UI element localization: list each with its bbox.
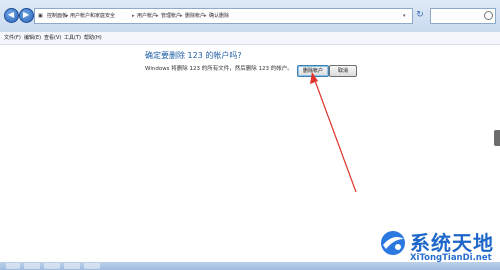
search-icon xyxy=(484,11,493,20)
watermark-title: 系统天地 xyxy=(410,231,494,255)
chevron-right-icon[interactable]: ▸ xyxy=(132,10,135,22)
taskbar xyxy=(0,262,500,270)
address-bar[interactable]: ▣ 控制面板 ▸ 用户帐户和家庭安全 ▸ 用户帐户 ▸ 管理帐户 ▸ 删除帐户 … xyxy=(34,8,413,24)
chevron-right-icon[interactable]: ▸ xyxy=(180,10,183,22)
breadcrumb-item[interactable]: 用户帐户和家庭安全 xyxy=(70,10,115,22)
breadcrumb-item[interactable]: 删除帐户 xyxy=(185,10,205,22)
menu-tools[interactable]: 工具(T) xyxy=(64,33,81,43)
breadcrumb-item[interactable]: 控制面板 xyxy=(47,10,67,22)
taskbar-app[interactable] xyxy=(44,263,60,269)
menu-bar: 文件(F) 编辑(E) 查看(V) 工具(T) 帮助(H) xyxy=(0,32,500,45)
breadcrumb-item[interactable]: 用户帐户 xyxy=(137,10,157,22)
taskbar-app[interactable] xyxy=(84,263,100,269)
menu-file[interactable]: 文件(F) xyxy=(4,33,21,43)
delete-description: Windows 将删除 123 的所有文件，然后删除 123 的帐户。 xyxy=(145,66,293,72)
folder-icon: ▣ xyxy=(38,13,43,19)
chevron-right-icon[interactable]: ▸ xyxy=(66,10,69,22)
chevron-right-icon[interactable]: ▸ xyxy=(204,10,207,22)
breadcrumb-current[interactable]: 确认删除 xyxy=(209,10,229,22)
side-scroll-tab[interactable] xyxy=(494,130,500,146)
refresh-icon: ↻ xyxy=(416,10,424,20)
page-title: 确定要删除 123 的帐户吗? xyxy=(145,51,242,60)
start-button[interactable] xyxy=(6,263,20,269)
delete-account-button[interactable]: 删除帐户 xyxy=(297,65,329,77)
forward-button[interactable]: ▶ xyxy=(19,8,34,23)
back-button[interactable]: ◀ xyxy=(4,8,19,23)
dropdown-arrow-icon[interactable]: ▾ xyxy=(403,10,406,22)
search-box[interactable] xyxy=(430,8,496,24)
taskbar-app[interactable] xyxy=(24,263,40,269)
taskbar-app[interactable] xyxy=(64,263,80,269)
forward-arrow-icon: ▶ xyxy=(23,10,30,19)
breadcrumb-item[interactable]: 管理帐户 xyxy=(161,10,181,22)
cancel-button[interactable]: 取消 xyxy=(329,65,357,77)
menu-edit[interactable]: 编辑(E) xyxy=(24,33,41,43)
watermark: 系统天地 XiTongTianDi.net xyxy=(378,225,496,267)
menu-help[interactable]: 帮助(H) xyxy=(84,33,102,43)
window-toolbar: ◀ ▶ ▣ 控制面板 ▸ 用户帐户和家庭安全 ▸ 用户帐户 ▸ 管理帐户 ▸ 删… xyxy=(0,0,500,33)
chevron-right-icon[interactable]: ▸ xyxy=(156,10,159,22)
watermark-logo-icon xyxy=(381,231,405,255)
refresh-button[interactable]: ↻ xyxy=(414,9,426,21)
annotation-arrow-line xyxy=(313,77,357,193)
menu-view[interactable]: 查看(V) xyxy=(44,33,61,43)
back-arrow-icon: ◀ xyxy=(8,10,15,19)
